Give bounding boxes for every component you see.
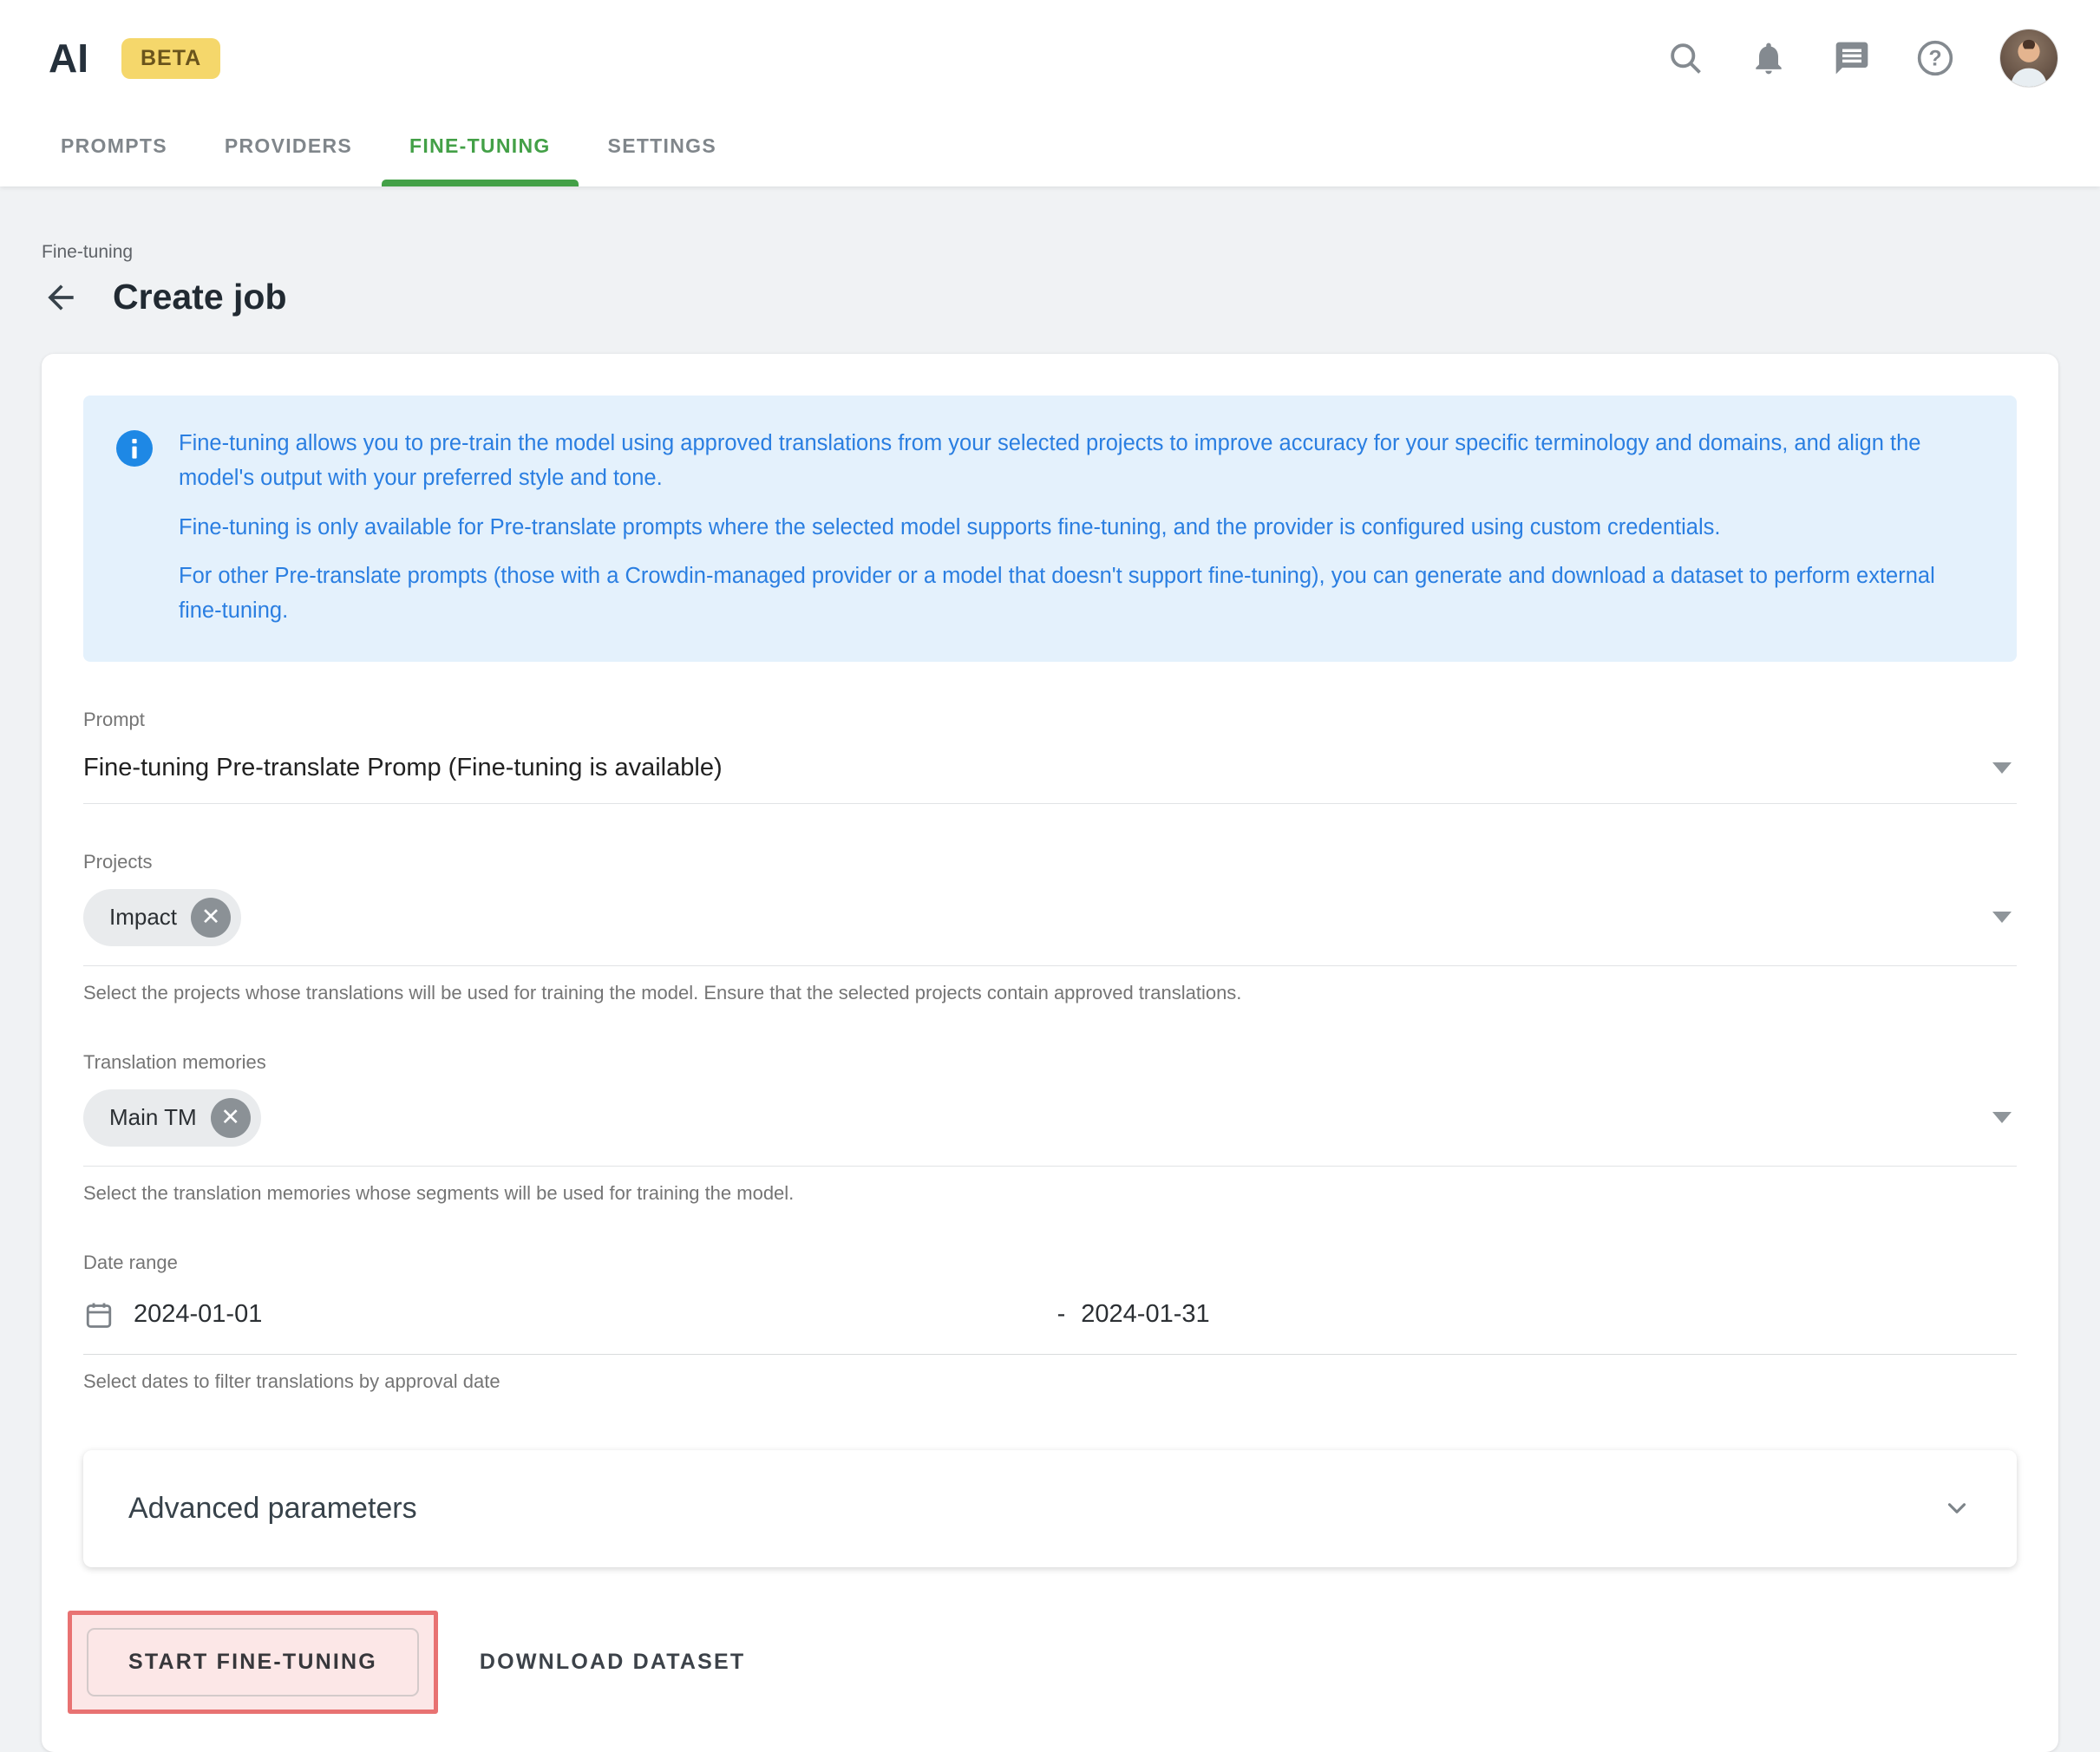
chat-icon[interactable] — [1833, 39, 1871, 77]
info-box: Fine-tuning allows you to pre-train the … — [83, 396, 2017, 662]
tab-label: PROMPTS — [61, 134, 167, 157]
logo-group: AI BETA — [49, 35, 220, 82]
active-tab-indicator — [382, 180, 579, 186]
caret-down-icon — [1992, 762, 2012, 774]
info-paragraph: For other Pre-translate prompts (those w… — [179, 559, 1979, 629]
chevron-down-icon — [1942, 1494, 1972, 1523]
projects-field: Projects Impact ✕ Select the projects wh… — [83, 851, 2017, 1004]
close-icon[interactable]: ✕ — [191, 898, 231, 938]
svg-text:?: ? — [1928, 48, 1941, 71]
page-title: Create job — [113, 277, 287, 317]
info-icon — [116, 430, 153, 629]
header-top-row: AI BETA — [0, 0, 2100, 97]
translation-memories-label: Translation memories — [83, 1051, 2017, 1074]
date-separator: - — [1057, 1300, 1066, 1329]
tab-fine-tuning[interactable]: FINE-TUNING — [409, 120, 551, 186]
prompt-select[interactable]: Fine-tuning Pre-translate Promp (Fine-tu… — [83, 731, 2017, 804]
tab-label: PROVIDERS — [225, 134, 352, 157]
translation-memories-select[interactable]: Main TM ✕ — [83, 1074, 2017, 1167]
project-chip-label: Impact — [109, 904, 177, 931]
beta-badge: BETA — [121, 38, 220, 79]
date-range-row: 2024-01-01 - 2024-01-31 — [83, 1274, 2017, 1355]
caret-down-icon — [1992, 912, 2012, 923]
date-range-field: Date range 2024-01-01 - 2024-01-31 Selec — [83, 1252, 2017, 1393]
breadcrumb: Fine-tuning — [42, 242, 2058, 263]
start-fine-tuning-button[interactable]: START FINE-TUNING — [87, 1628, 419, 1696]
advanced-parameters-accordion[interactable]: Advanced parameters — [83, 1450, 2017, 1567]
date-start-input[interactable]: 2024-01-01 — [83, 1298, 1057, 1331]
project-chip: Impact ✕ — [83, 889, 241, 946]
app-logo: AI — [49, 35, 88, 82]
date-end-value: 2024-01-31 — [1081, 1300, 1209, 1329]
translation-memories-field: Translation memories Main TM ✕ Select th… — [83, 1051, 2017, 1205]
projects-label: Projects — [83, 851, 2017, 873]
prompt-label: Prompt — [83, 709, 2017, 731]
header-icons: ? — [1666, 29, 2058, 88]
tm-chip-label: Main TM — [109, 1104, 197, 1131]
search-icon[interactable] — [1666, 39, 1704, 77]
info-paragraph: Fine-tuning allows you to pre-train the … — [179, 427, 1979, 496]
close-icon[interactable]: ✕ — [211, 1098, 251, 1138]
bell-icon[interactable] — [1750, 39, 1788, 77]
create-job-card: Fine-tuning allows you to pre-train the … — [42, 354, 2058, 1752]
date-start-value: 2024-01-01 — [134, 1300, 262, 1329]
date-range-hint: Select dates to filter translations by a… — [83, 1370, 2017, 1393]
projects-select[interactable]: Impact ✕ — [83, 873, 2017, 966]
tab-providers[interactable]: PROVIDERS — [225, 120, 352, 186]
tm-chip: Main TM ✕ — [83, 1089, 261, 1147]
help-icon[interactable]: ? — [1916, 39, 1954, 77]
annotation-highlight: START FINE-TUNING — [68, 1611, 438, 1714]
caret-down-icon — [1992, 1112, 2012, 1123]
title-row: Create job — [42, 277, 2058, 317]
tab-label: FINE-TUNING — [409, 134, 551, 157]
tab-prompts[interactable]: PROMPTS — [61, 120, 167, 186]
download-dataset-button[interactable]: DOWNLOAD DATASET — [480, 1650, 745, 1675]
tab-bar: PROMPTS PROVIDERS FINE-TUNING SETTINGS — [0, 97, 2100, 186]
prompt-field: Prompt Fine-tuning Pre-translate Promp (… — [83, 709, 2017, 804]
info-text-block: Fine-tuning allows you to pre-train the … — [179, 427, 1979, 629]
actions-row: START FINE-TUNING DOWNLOAD DATASET — [83, 1611, 2017, 1714]
tab-settings[interactable]: SETTINGS — [608, 120, 716, 186]
translation-memories-hint: Select the translation memories whose se… — [83, 1182, 2017, 1205]
tab-label: SETTINGS — [608, 134, 716, 157]
date-end-input[interactable]: - 2024-01-31 — [1057, 1300, 1210, 1329]
back-arrow-icon[interactable] — [42, 278, 80, 317]
avatar[interactable] — [1999, 29, 2058, 88]
info-paragraph: Fine-tuning is only available for Pre-tr… — [179, 511, 1979, 546]
projects-hint: Select the projects whose translations w… — [83, 982, 2017, 1004]
calendar-icon — [83, 1298, 114, 1331]
date-range-label: Date range — [83, 1252, 2017, 1274]
page-body: Fine-tuning Create job Fine-tuning allow… — [0, 242, 2100, 1752]
prompt-selected-value: Fine-tuning Pre-translate Promp (Fine-tu… — [83, 754, 723, 782]
advanced-parameters-label: Advanced parameters — [128, 1492, 417, 1526]
app-header: AI BETA — [0, 0, 2100, 186]
